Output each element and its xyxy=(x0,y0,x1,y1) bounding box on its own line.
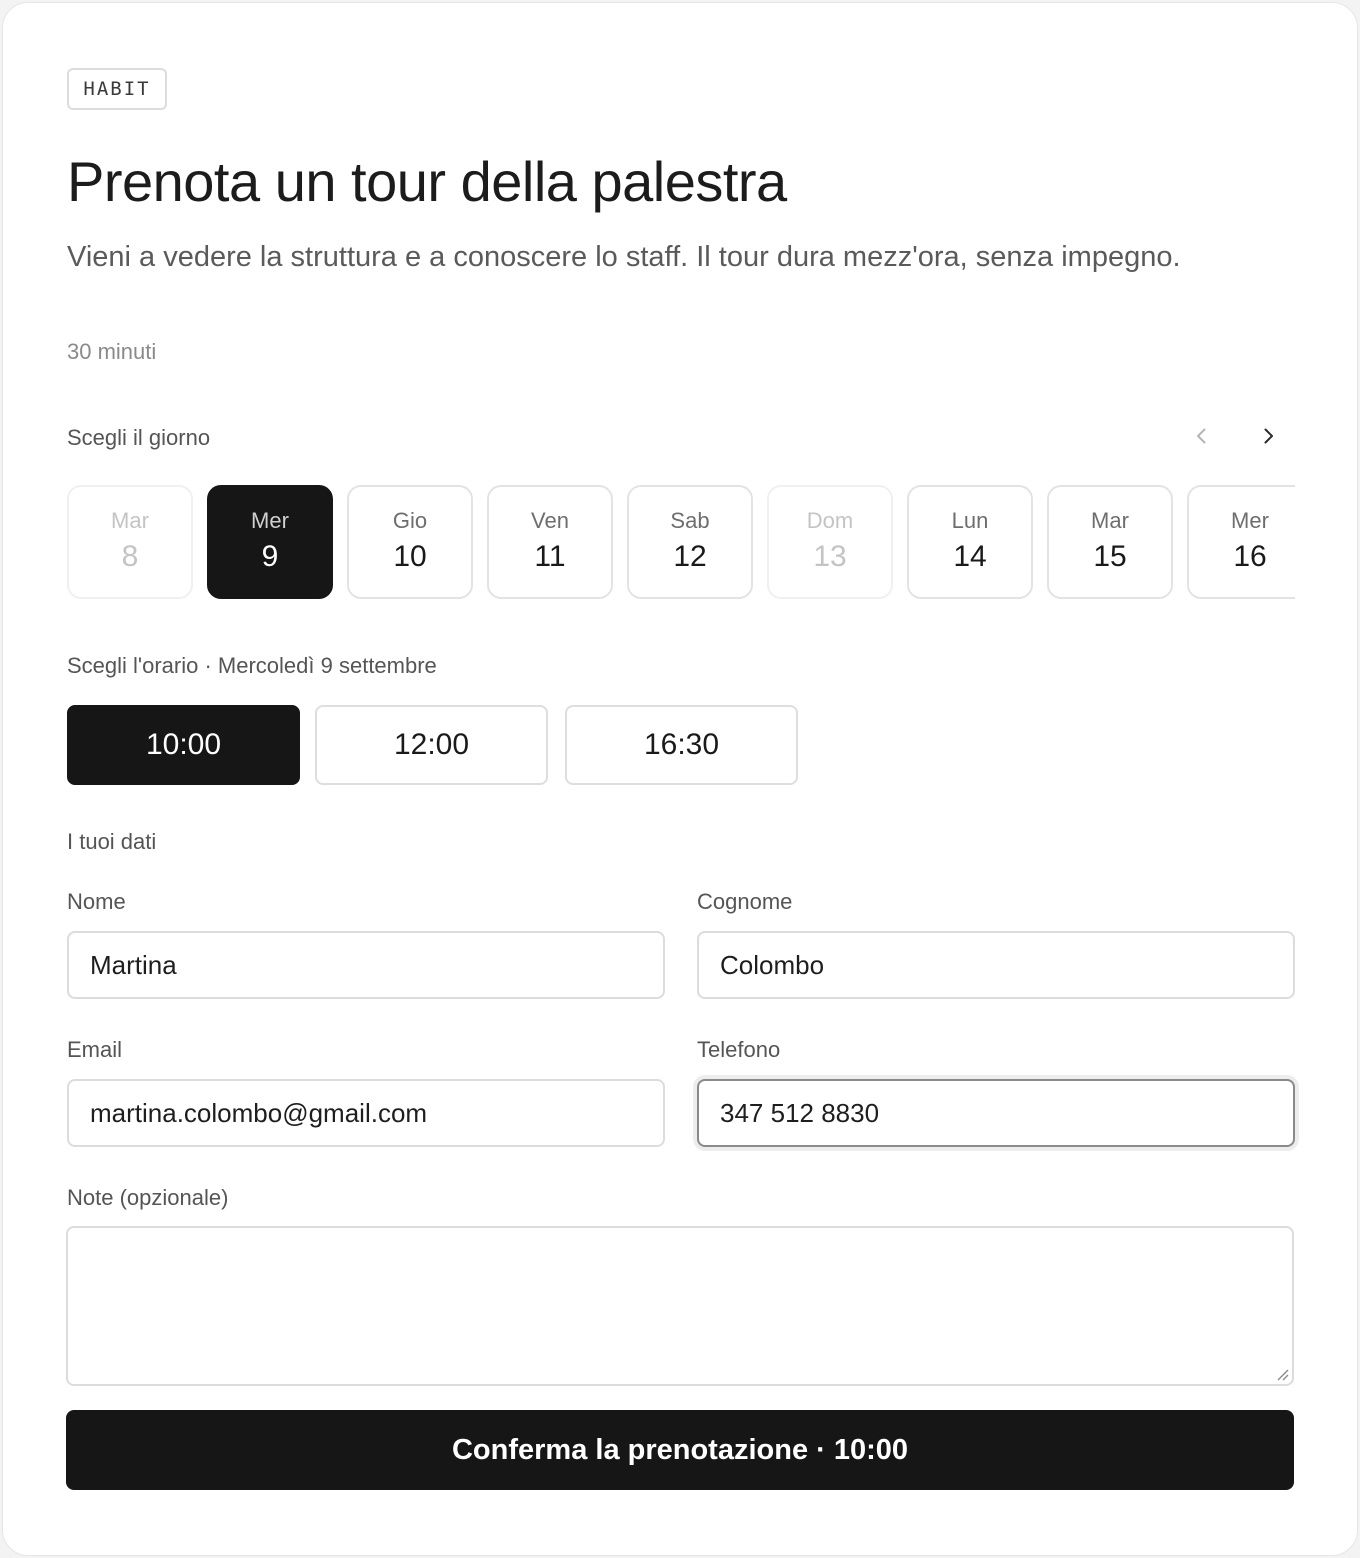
page-subtitle: Vieni a vedere la struttura e a conoscer… xyxy=(67,241,1181,273)
last-name-label: Cognome xyxy=(697,889,793,914)
day-of-week: Ven xyxy=(531,508,569,533)
duration-label: 30 minuti xyxy=(67,339,157,364)
email-label: Email xyxy=(67,1037,123,1062)
day-number: 8 xyxy=(121,540,139,573)
day-number: 11 xyxy=(534,540,566,573)
time-slot[interactable]: 12:00 xyxy=(315,705,548,785)
phone-label: Telefono xyxy=(697,1037,781,1062)
day-option[interactable]: Mar 15 xyxy=(1047,485,1173,599)
day-number: 13 xyxy=(813,540,847,573)
day-of-week: Sab xyxy=(670,508,710,533)
day-option[interactable]: Dom 13 xyxy=(767,485,893,599)
notes-label: Note (opzionale) xyxy=(67,1185,229,1210)
time-picker-label: Scegli l'orario · Mercoledì 9 settembre xyxy=(67,653,437,678)
day-of-week: Lun xyxy=(951,508,989,533)
phone-field[interactable]: 347 512 8830 xyxy=(697,1079,1295,1147)
resize-handle-icon[interactable] xyxy=(1274,1366,1290,1382)
day-option[interactable]: Sab 12 xyxy=(627,485,753,599)
next-week-button[interactable] xyxy=(1251,421,1285,455)
last-name-field[interactable]: Colombo xyxy=(697,931,1295,999)
day-option[interactable]: Mer 16 xyxy=(1187,485,1295,599)
chevron-right-icon xyxy=(1258,426,1278,451)
day-option[interactable]: Lun 14 xyxy=(907,485,1033,599)
day-number: 14 xyxy=(953,540,987,573)
day-number: 9 xyxy=(261,540,279,573)
day-of-week: Mar xyxy=(111,508,149,533)
chevron-left-icon xyxy=(1192,426,1212,451)
day-picker-label: Scegli il giorno xyxy=(67,425,211,450)
day-number: 15 xyxy=(1093,540,1127,573)
day-of-week: Mer xyxy=(1231,508,1269,533)
prev-week-button[interactable] xyxy=(1185,421,1219,455)
confirm-booking-button[interactable]: Conferma la prenotazione · 10:00 xyxy=(66,1410,1294,1490)
day-strip: Mar 8 Mer 9 Gio 10 Ven 11 Sab 12 Dom 13 … xyxy=(67,483,1295,603)
details-section-label: I tuoi dati xyxy=(67,829,157,854)
first-name-label: Nome xyxy=(67,889,126,914)
day-of-week: Mar xyxy=(1091,508,1129,533)
notes-textarea[interactable] xyxy=(66,1226,1294,1386)
day-number: 12 xyxy=(673,540,707,573)
day-number: 10 xyxy=(393,540,427,573)
day-of-week: Mer xyxy=(251,508,289,533)
day-option[interactable]: Ven 11 xyxy=(487,485,613,599)
day-of-week: Gio xyxy=(392,508,428,533)
email-field[interactable]: martina.colombo@gmail.com xyxy=(67,1079,665,1147)
day-number: 16 xyxy=(1233,540,1267,573)
brand-logo: HABIT xyxy=(67,68,167,110)
day-of-week: Dom xyxy=(806,508,854,533)
day-option[interactable]: Mar 8 xyxy=(67,485,193,599)
day-option[interactable]: Mer 9 xyxy=(207,485,333,599)
time-slot[interactable]: 10:00 xyxy=(67,705,300,785)
day-option[interactable]: Gio 10 xyxy=(347,485,473,599)
time-slot[interactable]: 16:30 xyxy=(565,705,798,785)
page-title: Prenota un tour della palestra xyxy=(67,150,787,213)
first-name-field[interactable]: Martina xyxy=(67,931,665,999)
